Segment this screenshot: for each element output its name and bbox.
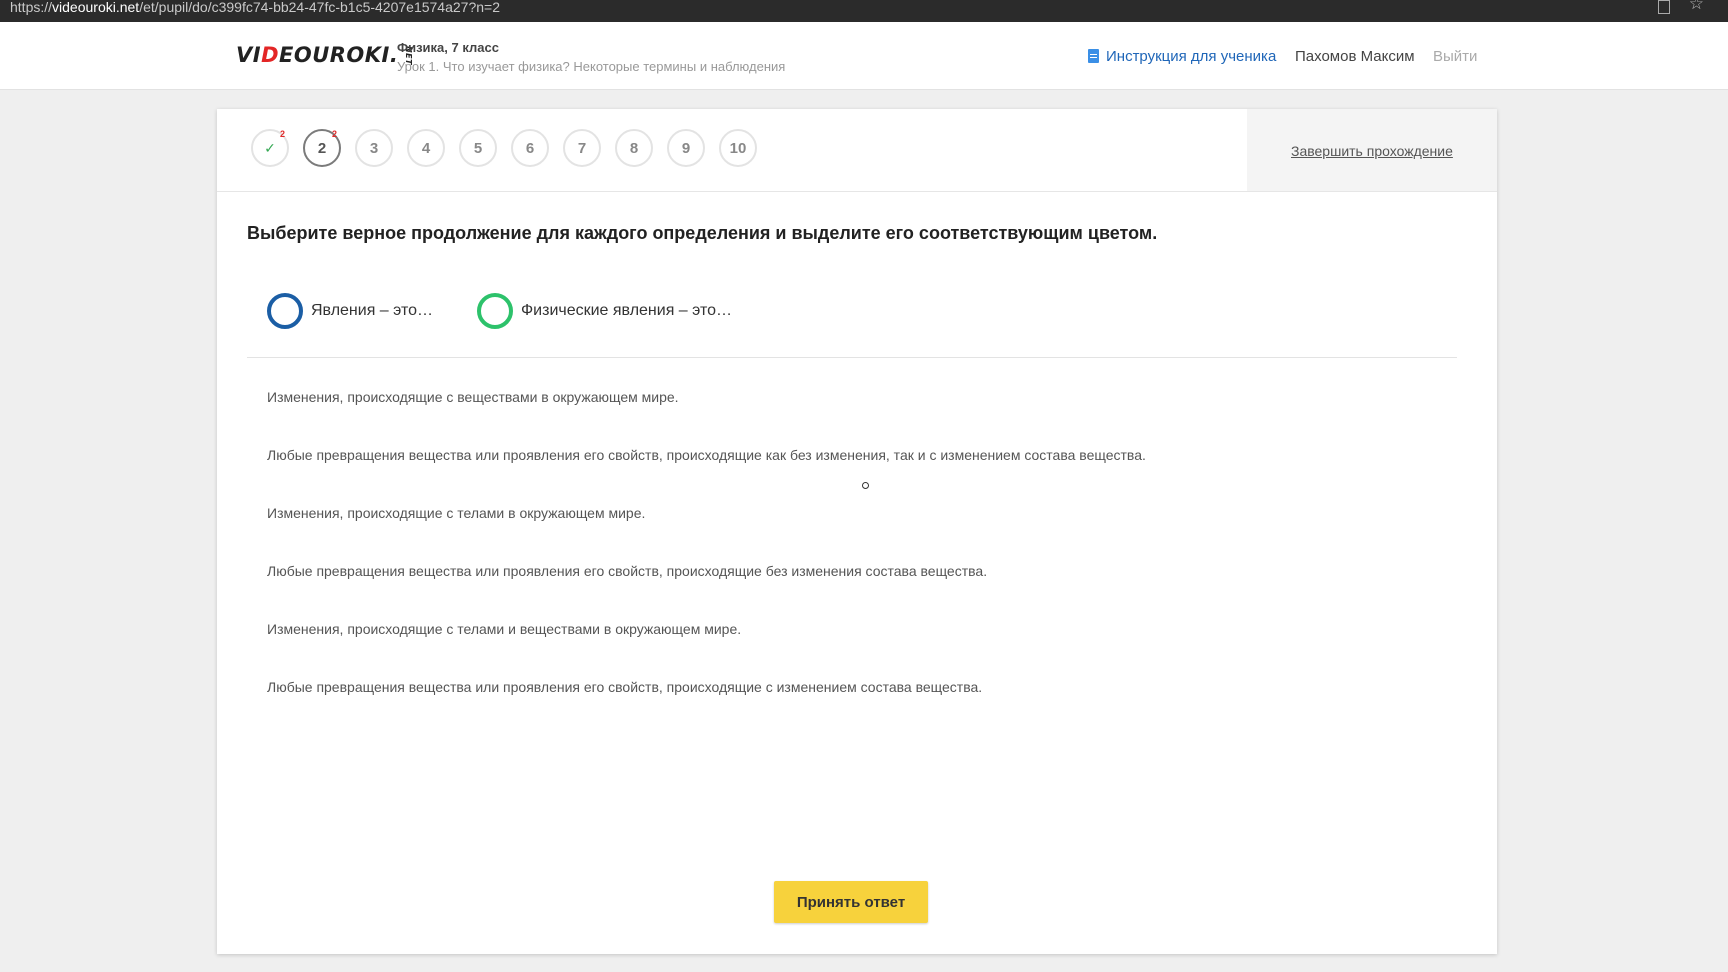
star-icon[interactable]: ☆ <box>1689 0 1704 12</box>
finish-test-link[interactable]: Завершить прохождение <box>1291 143 1453 159</box>
step-8[interactable]: 8 <box>615 129 653 167</box>
student-instructions-link[interactable]: Инструкция для ученика <box>1088 48 1276 65</box>
step-1-done[interactable]: ✓ 2 <box>251 129 289 167</box>
mouse-cursor <box>862 482 869 489</box>
step-3[interactable]: 3 <box>355 129 393 167</box>
test-card: ✓ 2 2 2 3 4 5 6 7 8 9 10 Завершить прохо… <box>217 109 1497 954</box>
legend-physical-phenomena[interactable]: Физические явления – это… <box>477 292 732 330</box>
step-label: 6 <box>525 139 535 157</box>
check-icon: ✓ <box>264 139 276 156</box>
finish-area: Завершить прохождение <box>1247 109 1497 191</box>
document-icon <box>1088 49 1099 63</box>
answer-option[interactable]: Изменения, происходящие с телами в окруж… <box>267 505 645 521</box>
step-label: 5 <box>473 139 483 157</box>
logo-text-2: EOUROKI. <box>279 43 399 67</box>
logo-text-d: D <box>261 43 280 67</box>
step-6[interactable]: 6 <box>511 129 549 167</box>
legend-label: Физические явления – это… <box>521 302 733 319</box>
green-color-marker-icon[interactable] <box>477 293 513 329</box>
submit-answer-button[interactable]: Принять ответ <box>774 881 928 923</box>
divider <box>247 357 1457 358</box>
site-header: VIDEOUROKI. NET Физика, 7 класс Урок 1. Ч… <box>0 22 1728 90</box>
answer-option[interactable]: Изменения, происходящие с телами и вещес… <box>267 621 741 637</box>
step-7[interactable]: 7 <box>563 129 601 167</box>
step-label: 4 <box>421 139 431 157</box>
url-text[interactable]: https://videouroki.net/et/pupil/do/c399f… <box>10 0 500 14</box>
step-label: 8 <box>629 139 639 157</box>
url-host: videouroki.net <box>52 0 140 15</box>
step-2-current[interactable]: 2 2 <box>303 129 341 167</box>
logo-text-1: VI <box>236 43 262 67</box>
lesson-title: Урок 1. Что изучает физика? Некоторые те… <box>397 59 786 74</box>
step-label: 3 <box>369 139 379 157</box>
url-path: /et/pupil/do/c399fc74-bb24-47fc-b1c5-420… <box>139 0 500 15</box>
step-9[interactable]: 9 <box>667 129 705 167</box>
question-steps-bar: ✓ 2 2 2 3 4 5 6 7 8 9 10 Завершить прохо… <box>217 109 1497 192</box>
step-label: 2 <box>317 139 327 157</box>
url-scheme: https:// <box>10 0 53 15</box>
legend-phenomena[interactable]: Явления – это… <box>267 292 433 330</box>
blue-color-marker-icon[interactable] <box>267 293 303 329</box>
answer-option[interactable]: Любые превращения вещества или проявлени… <box>267 447 1146 463</box>
browser-url-bar[interactable]: https://videouroki.net/et/pupil/do/c399f… <box>0 0 1728 22</box>
legend-label: Явления – это… <box>311 302 434 319</box>
step-label: 7 <box>577 139 587 157</box>
user-name[interactable]: Пахомов Максим <box>1295 48 1415 65</box>
question-text: Выберите верное продолжение для каждого … <box>247 223 1158 243</box>
logout-link[interactable]: Выйти <box>1433 48 1477 65</box>
answer-option[interactable]: Любые превращения вещества или проявлени… <box>267 563 987 579</box>
step-10[interactable]: 10 <box>719 129 757 167</box>
instructions-label: Инструкция для ученика <box>1106 48 1277 65</box>
step-5[interactable]: 5 <box>459 129 497 167</box>
step-4[interactable]: 4 <box>407 129 445 167</box>
step-label: 10 <box>729 139 747 157</box>
step-label: 9 <box>681 139 691 157</box>
course-title: Физика, 7 класс <box>397 40 499 55</box>
answer-option[interactable]: Любые превращения вещества или проявлени… <box>267 679 982 695</box>
step-attempts-badge: 2 <box>331 129 337 139</box>
answer-option[interactable]: Изменения, происходящие с веществами в о… <box>267 389 679 405</box>
bookmark-page-icon[interactable] <box>1658 0 1670 14</box>
step-attempts-badge: 2 <box>279 129 285 139</box>
videouroki-logo[interactable]: VIDEOUROKI. NET <box>236 43 418 67</box>
